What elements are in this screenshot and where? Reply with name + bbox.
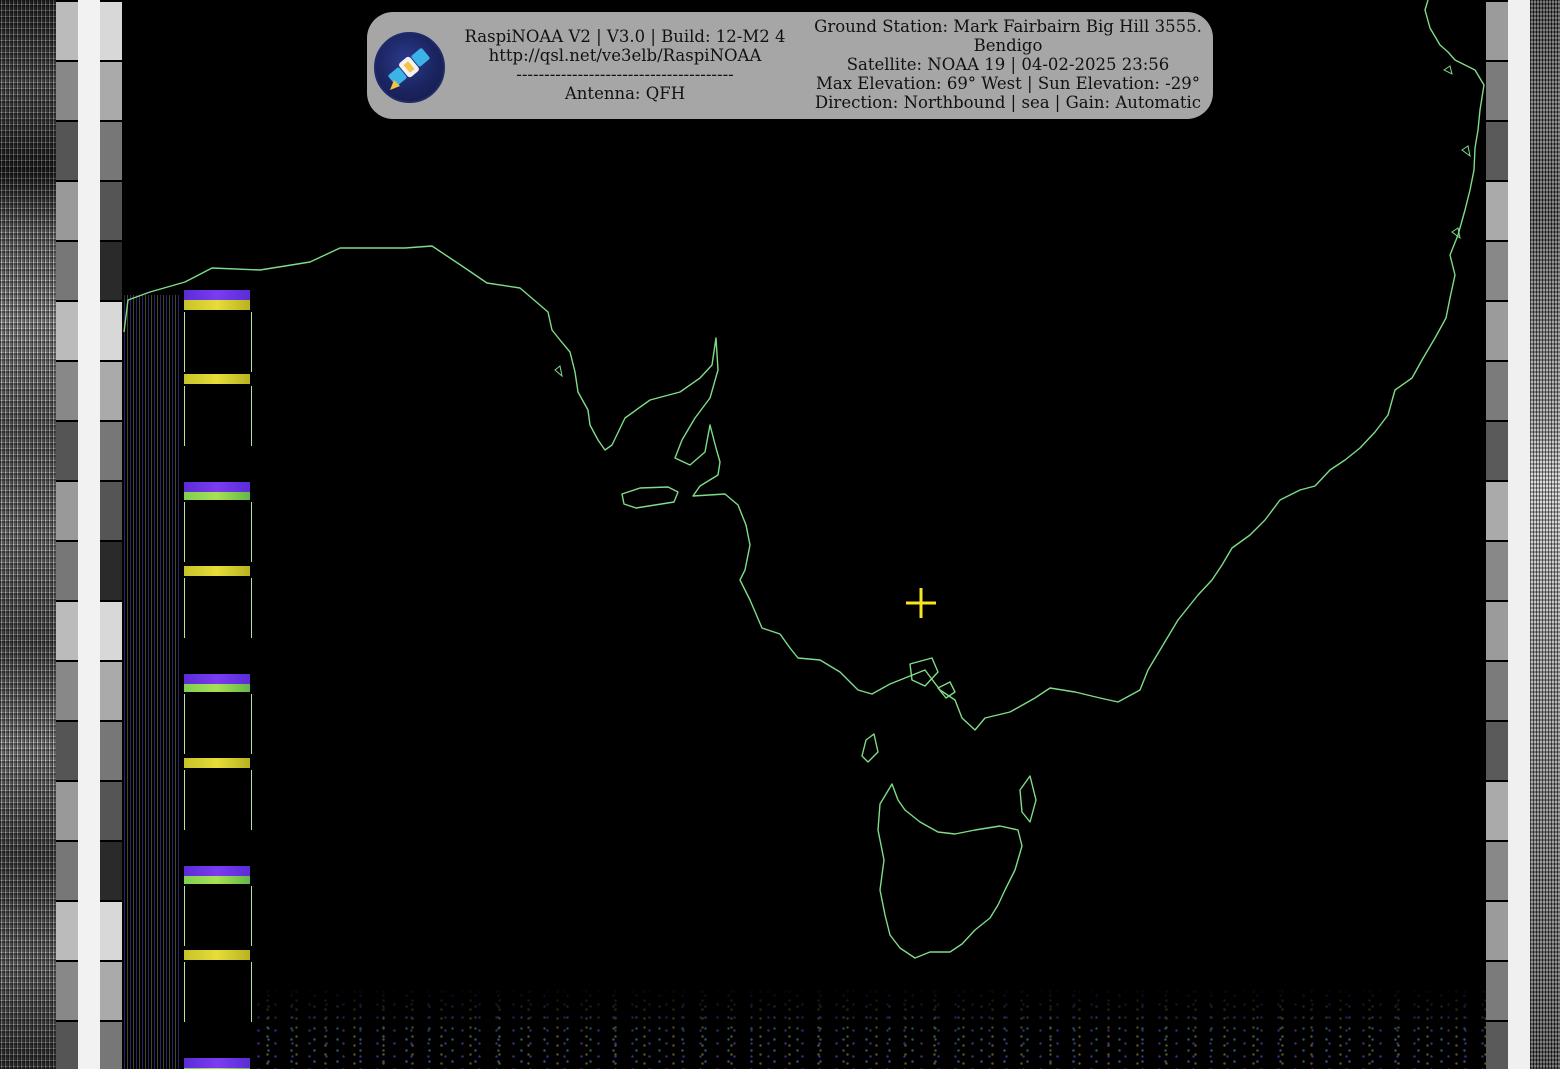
crosshair-marker-icon	[906, 588, 936, 618]
satellite-pass-time: Satellite: NOAA 19 | 04-02-2025 23:56	[846, 55, 1170, 74]
coastline-map	[123, 0, 1485, 959]
signal-noise-band	[250, 985, 1486, 1069]
satellite-logo-icon	[374, 32, 445, 103]
flinders-island	[1019, 775, 1037, 823]
tasmania	[877, 783, 1023, 959]
ground-station: Ground Station: Mark Fairbairn Big Hill …	[814, 17, 1202, 36]
direction-info: Direction: Northbound | sea | Gain: Auto…	[814, 93, 1202, 112]
software-version: RaspiNOAA V2 | V3.0 | Build: 12-M2 4	[464, 27, 786, 46]
coastline-outline	[123, 0, 1485, 959]
elevation-info: Max Elevation: 69° West | Sun Elevation:…	[816, 74, 1200, 93]
antenna-info: Antenna: QFH	[564, 84, 686, 103]
info-right-panel: Ground Station: Mark Fairbairn Big Hill …	[808, 17, 1208, 112]
kangaroo-island	[621, 486, 679, 509]
satellite-image: RaspiNOAA V2 | V3.0 | Build: 12-M2 4 htt…	[0, 0, 1560, 1069]
info-divider: ---------------------------------------	[516, 65, 734, 84]
project-url: http://qsl.net/ve3elb/RaspiNOAA	[488, 46, 762, 65]
ground-station-location: Bendigo	[973, 36, 1043, 55]
info-left-panel: RaspiNOAA V2 | V3.0 | Build: 12-M2 4 htt…	[448, 27, 802, 103]
king-island	[861, 733, 879, 763]
